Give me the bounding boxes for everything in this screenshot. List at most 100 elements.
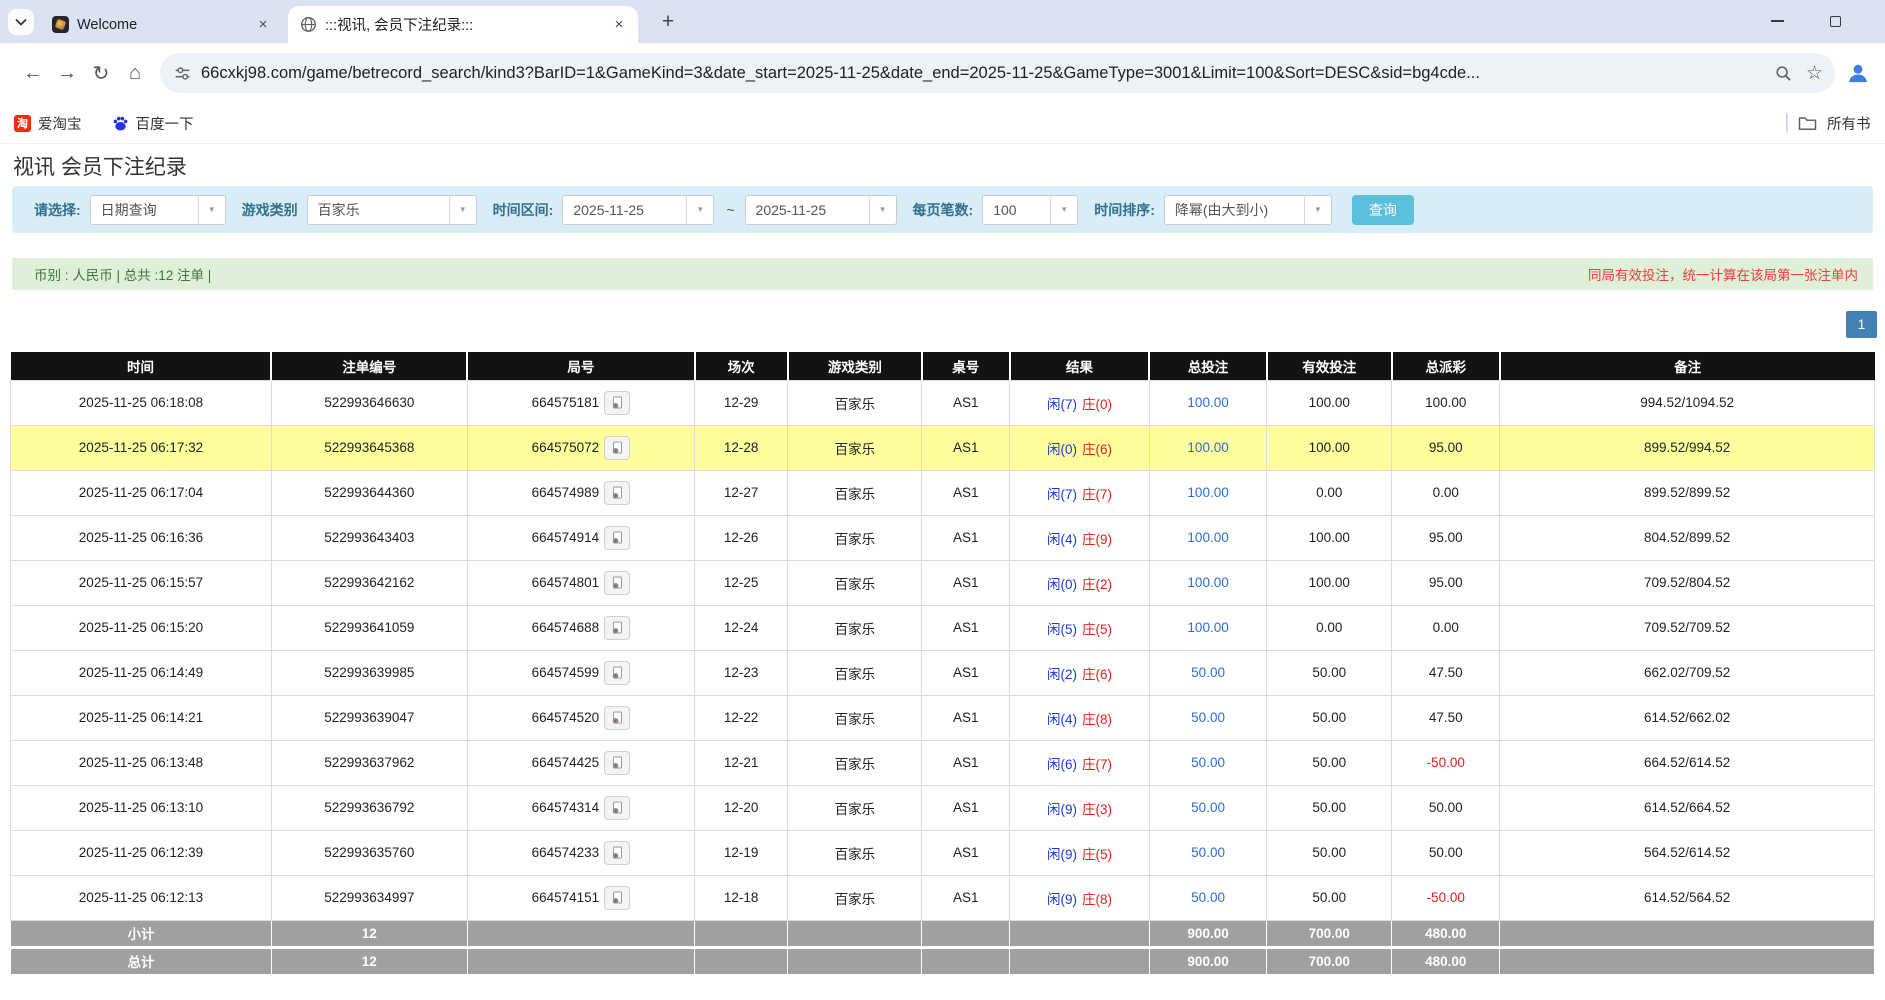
url-text[interactable]: 66cxkj98.com/game/betrecord_search/kind3… bbox=[201, 64, 1765, 83]
cell-game: 百家乐 bbox=[788, 695, 922, 740]
cell-session: 12-25 bbox=[695, 560, 788, 605]
round-replay-button[interactable] bbox=[604, 391, 630, 415]
total-bet-link[interactable]: 100.00 bbox=[1187, 575, 1228, 590]
forward-icon[interactable]: → bbox=[50, 56, 84, 90]
round-replay-button[interactable] bbox=[604, 796, 630, 820]
chevron-down-icon: ▼ bbox=[1304, 196, 1331, 224]
tab-search-button[interactable] bbox=[8, 9, 34, 35]
cell-remark: 899.52/994.52 bbox=[1500, 425, 1875, 470]
cell-round-id: 664574314 bbox=[467, 785, 694, 830]
date-end-dropdown[interactable]: 2025-11-25 ▼ bbox=[745, 195, 897, 225]
date-range-label: 时间区间: bbox=[493, 200, 554, 220]
zoom-magnifier-icon[interactable] bbox=[1775, 65, 1792, 82]
cell-session: 12-18 bbox=[695, 875, 788, 920]
cell-remark: 804.52/899.52 bbox=[1500, 515, 1875, 560]
cell-round-id: 664574688 bbox=[467, 605, 694, 650]
per-page-dropdown[interactable]: 100 ▼ bbox=[982, 195, 1078, 225]
round-replay-button[interactable] bbox=[604, 751, 630, 775]
col-game: 游戏类别 bbox=[788, 352, 922, 380]
replay-card-icon bbox=[610, 441, 624, 455]
round-replay-button[interactable] bbox=[604, 571, 630, 595]
pagination-page-1[interactable]: 1 bbox=[1846, 311, 1877, 338]
window-maximize-button[interactable] bbox=[1820, 6, 1850, 36]
folder-icon bbox=[1798, 116, 1817, 131]
round-replay-button[interactable] bbox=[604, 436, 630, 460]
sort-dropdown[interactable]: 降幂(由大到小) ▼ bbox=[1164, 195, 1332, 225]
tab-welcome[interactable]: Welcome × bbox=[40, 6, 282, 43]
home-icon[interactable]: ⌂ bbox=[118, 56, 152, 90]
new-tab-button[interactable]: + bbox=[654, 8, 682, 36]
cell-result: 闲(4)庄(9) bbox=[1010, 515, 1150, 560]
total-bet-link[interactable]: 100.00 bbox=[1187, 440, 1228, 455]
total-row: 总计 12 900.00 700.00 480.00 bbox=[11, 947, 1875, 974]
cell-time: 2025-11-25 06:17:32 bbox=[11, 425, 272, 470]
round-replay-button[interactable] bbox=[604, 481, 630, 505]
bookmark-star-icon[interactable]: ☆ bbox=[1806, 62, 1823, 85]
currency-summary-text: 币别 : 人民币 | 总共 :12 注单 | bbox=[34, 264, 211, 284]
round-replay-button[interactable] bbox=[604, 616, 630, 640]
bookmark-label: 爱淘宝 bbox=[38, 113, 82, 134]
total-bet-link[interactable]: 50.00 bbox=[1191, 665, 1225, 680]
round-replay-button[interactable] bbox=[604, 661, 630, 685]
game-category-dropdown[interactable]: 百家乐 ▼ bbox=[307, 195, 477, 225]
back-icon[interactable]: ← bbox=[16, 56, 50, 90]
replay-card-icon bbox=[610, 621, 624, 635]
cell-session: 12-26 bbox=[695, 515, 788, 560]
bookmark-aitaobao[interactable]: 淘 爱淘宝 bbox=[14, 113, 82, 134]
cell-result: 闲(2)庄(6) bbox=[1010, 650, 1150, 695]
notice-text: 同局有效投注，统一计算在该局第一张注单内 bbox=[1588, 264, 1858, 284]
tab-close-icon[interactable]: × bbox=[610, 16, 628, 34]
cell-round-id: 664575072 bbox=[467, 425, 694, 470]
reload-icon[interactable]: ↻ bbox=[84, 56, 118, 90]
chevron-down-icon: ▼ bbox=[686, 196, 713, 224]
total-bet-link[interactable]: 100.00 bbox=[1187, 485, 1228, 500]
cell-result: 闲(0)庄(6) bbox=[1010, 425, 1150, 470]
all-bookmarks-label[interactable]: 所有书 bbox=[1827, 113, 1871, 134]
search-button[interactable]: 查询 bbox=[1352, 195, 1414, 225]
welcome-favicon-icon bbox=[52, 16, 69, 33]
round-replay-button[interactable] bbox=[604, 841, 630, 865]
total-bet-link[interactable]: 50.00 bbox=[1191, 755, 1225, 770]
browser-toolbar: ← → ↻ ⌂ 66cxkj98.com/game/betrecord_sear… bbox=[0, 43, 1885, 103]
url-bar[interactable]: 66cxkj98.com/game/betrecord_search/kind3… bbox=[160, 53, 1835, 93]
tab-close-icon[interactable]: × bbox=[254, 16, 272, 34]
cell-remark: 614.52/662.02 bbox=[1500, 695, 1875, 740]
bookmark-baidu[interactable]: 百度一下 bbox=[112, 113, 194, 134]
total-bet-link[interactable]: 50.00 bbox=[1191, 710, 1225, 725]
bookmarks-bar: 淘 爱淘宝 百度一下 所有书 bbox=[0, 103, 1885, 144]
total-bet-link[interactable]: 50.00 bbox=[1191, 845, 1225, 860]
cell-valid-bet: 50.00 bbox=[1267, 830, 1392, 875]
round-replay-button[interactable] bbox=[604, 706, 630, 730]
col-bet-id: 注单编号 bbox=[271, 352, 467, 380]
cell-session: 12-23 bbox=[695, 650, 788, 695]
cell-time: 2025-11-25 06:13:48 bbox=[11, 740, 272, 785]
cell-table: AS1 bbox=[922, 470, 1010, 515]
cell-table: AS1 bbox=[922, 740, 1010, 785]
total-bet-link[interactable]: 50.00 bbox=[1191, 800, 1225, 815]
cell-round-id: 664574801 bbox=[467, 560, 694, 605]
window-minimize-button[interactable] bbox=[1762, 6, 1792, 36]
total-bet-link[interactable]: 100.00 bbox=[1187, 530, 1228, 545]
total-bet-link[interactable]: 100.00 bbox=[1187, 395, 1228, 410]
cell-payout: 0.00 bbox=[1392, 605, 1500, 650]
profile-avatar-icon[interactable] bbox=[1847, 62, 1869, 84]
cell-bet-id: 522993636792 bbox=[271, 785, 467, 830]
total-payout: 480.00 bbox=[1392, 947, 1500, 974]
replay-card-icon bbox=[610, 576, 624, 590]
cell-valid-bet: 50.00 bbox=[1267, 875, 1392, 920]
date-start-dropdown[interactable]: 2025-11-25 ▼ bbox=[562, 195, 714, 225]
cell-valid-bet: 50.00 bbox=[1267, 695, 1392, 740]
query-type-dropdown[interactable]: 日期查询 ▼ bbox=[90, 195, 226, 225]
round-replay-button[interactable] bbox=[604, 526, 630, 550]
tab-bet-record[interactable]: :::视讯, 会员下注纪录::: × bbox=[288, 6, 638, 43]
tune-icon[interactable] bbox=[174, 65, 191, 82]
total-bet-link[interactable]: 50.00 bbox=[1191, 890, 1225, 905]
subtotal-label: 小计 bbox=[11, 920, 272, 947]
replay-card-icon bbox=[610, 486, 624, 500]
cell-bet-id: 522993641059 bbox=[271, 605, 467, 650]
cell-round-id: 664574151 bbox=[467, 875, 694, 920]
total-bet-link[interactable]: 100.00 bbox=[1187, 620, 1228, 635]
baidu-paw-icon bbox=[112, 115, 129, 132]
cell-result: 闲(9)庄(5) bbox=[1010, 830, 1150, 875]
round-replay-button[interactable] bbox=[604, 886, 630, 910]
